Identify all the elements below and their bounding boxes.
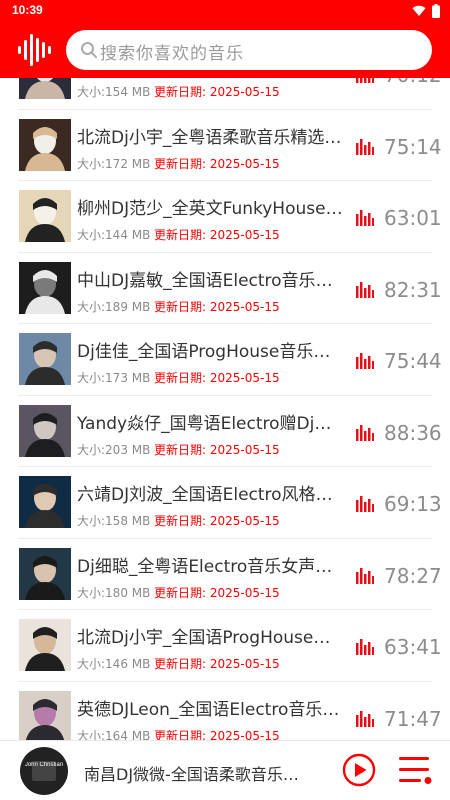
song-cover [19,190,71,242]
song-row[interactable]: 中山DJ嘉敏_全国语Electro音乐串烧 大小:189 MB 更新日期: 20… [0,253,450,325]
song-row[interactable]: Dj佳佳_全国语ProgHouse音乐串烧 大小:173 MB 更新日期: 20… [0,324,450,396]
song-title: 柳州DJ范少_全英文FunkyHouse串烧 [77,199,345,219]
bar-chart-icon[interactable] [356,639,374,655]
song-row[interactable]: 北流Dj小宇_全国语ProgHouse串烧 大小:146 MB 更新日期: 20… [0,610,450,682]
song-cover [19,261,71,314]
status-time: 10:39 [12,3,43,17]
song-date: 更新日期: 2025-05-15 [154,514,280,528]
app-header: 搜索你喜欢的音乐 [0,22,450,78]
bar-chart-icon[interactable] [356,424,374,441]
search-input[interactable]: 搜索你喜欢的音乐 [66,30,432,70]
song-date: 更新日期: 2025-05-15 [154,728,280,741]
song-size: 大小:172 MB [77,156,151,171]
song-duration: 75:14 [384,134,442,159]
song-cover [19,547,71,600]
song-row[interactable]: 六靖DJ刘波_全国语Electro风格串烧 大小:158 MB 更新日期: 20… [0,467,450,539]
song-cover [19,118,71,171]
status-bar: 10:39 [0,0,450,22]
song-date: 更新日期: 2025-05-15 [154,228,280,242]
song-list[interactable]: 南昌DJ微微_全国语柔歌音乐… 大小:154 MB 更新日期: 2025-05-… [0,78,450,740]
song-cover [19,78,71,99]
song-title: Dj佳佳_全国语ProgHouse音乐串烧 [77,342,345,362]
song-duration: 63:41 [384,635,442,659]
now-playing-title: 南昌DJ微微-全国语柔歌音乐串烧 [84,765,314,784]
song-row[interactable]: Yandy焱仔_国粤语Electro赠Dj串烧 大小:203 MB 更新日期: … [0,396,450,468]
song-date: 更新日期: 2025-05-15 [154,657,280,671]
song-row[interactable]: 南昌DJ微微_全国语柔歌音乐… 大小:154 MB 更新日期: 2025-05-… [0,78,450,110]
song-title: Yandy焱仔_国粤语Electro赠Dj串烧 [77,413,345,434]
song-size: 大小:189 MB [77,299,151,314]
song-duration: 63:01 [384,206,442,230]
song-cover [19,404,71,457]
bar-chart-icon[interactable] [356,710,374,727]
song-size: 大小:173 MB [77,371,151,385]
song-size: 大小:146 MB [77,657,151,671]
song-cover [19,476,71,528]
playlist-icon[interactable] [398,755,434,787]
wifi-icon [412,5,426,17]
song-title: 六靖DJ刘波_全国语Electro风格串烧 [77,485,345,505]
song-cover [19,619,71,671]
song-row[interactable]: Dj细聪_全粤语Electro音乐女声串烧 大小:180 MB 更新日期: 20… [0,539,450,611]
song-duration: 69:13 [384,492,442,516]
song-date: 更新日期: 2025-05-15 [154,371,280,385]
play-circle-icon[interactable] [342,753,376,787]
search-placeholder: 搜索你喜欢的音乐 [100,44,244,64]
bar-chart-icon[interactable] [356,281,374,298]
song-duration: 75:44 [384,349,442,373]
song-duration: 78:27 [384,563,442,588]
bar-chart-icon[interactable] [356,78,374,83]
song-size: 大小:154 MB [77,85,151,99]
bar-chart-icon[interactable] [356,353,374,369]
song-size: 大小:180 MB [77,585,151,600]
mini-player[interactable]: John Christian 南昌DJ微微-全国语柔歌音乐串烧 [0,740,450,800]
bar-chart-icon[interactable] [356,210,374,226]
song-date: 更新日期: 2025-05-15 [154,85,280,99]
bar-chart-icon[interactable] [356,567,374,584]
song-cover [19,333,71,385]
song-row[interactable]: 北流Dj小宇_全粤语柔歌音乐精选串烧 大小:172 MB 更新日期: 2025-… [0,110,450,182]
song-date: 更新日期: 2025-05-15 [154,156,280,171]
song-size: 大小:158 MB [77,514,151,528]
song-row[interactable]: 英德DJLeon_全国语Electro音乐串烧 大小:164 MB 更新日期: … [0,682,450,741]
song-duration: 88:36 [384,420,442,445]
sound-wave-icon[interactable] [18,34,52,66]
song-title: 英德DJLeon_全国语Electro音乐串烧 [77,699,345,720]
search-icon [81,42,97,58]
bar-chart-icon[interactable] [356,496,374,512]
song-size: 大小:164 MB [77,728,151,741]
song-title: 中山DJ嘉敏_全国语Electro音乐串烧 [77,270,345,291]
song-row[interactable]: 柳州DJ范少_全英文FunkyHouse串烧 大小:144 MB 更新日期: 2… [0,181,450,253]
song-size: 大小:203 MB [77,442,151,457]
song-cover [19,690,71,740]
status-icons [412,4,440,18]
song-duration: 82:31 [384,277,442,302]
song-date: 更新日期: 2025-05-15 [154,442,280,457]
song-title: Dj细聪_全粤语Electro音乐女声串烧 [77,556,345,577]
song-duration: 70:12 [384,78,442,87]
song-title: 北流Dj小宇_全粤语柔歌音乐精选串烧 [77,127,345,148]
song-duration: 71:47 [384,706,442,731]
battery-icon [432,4,440,18]
cover-text: John Christian [24,762,64,768]
song-date: 更新日期: 2025-05-15 [154,299,280,314]
album-cover[interactable]: John Christian [20,747,68,795]
bar-chart-icon[interactable] [356,138,374,155]
song-date: 更新日期: 2025-05-15 [154,585,280,600]
song-size: 大小:144 MB [77,228,151,242]
song-title: 北流Dj小宇_全国语ProgHouse串烧 [77,628,345,648]
